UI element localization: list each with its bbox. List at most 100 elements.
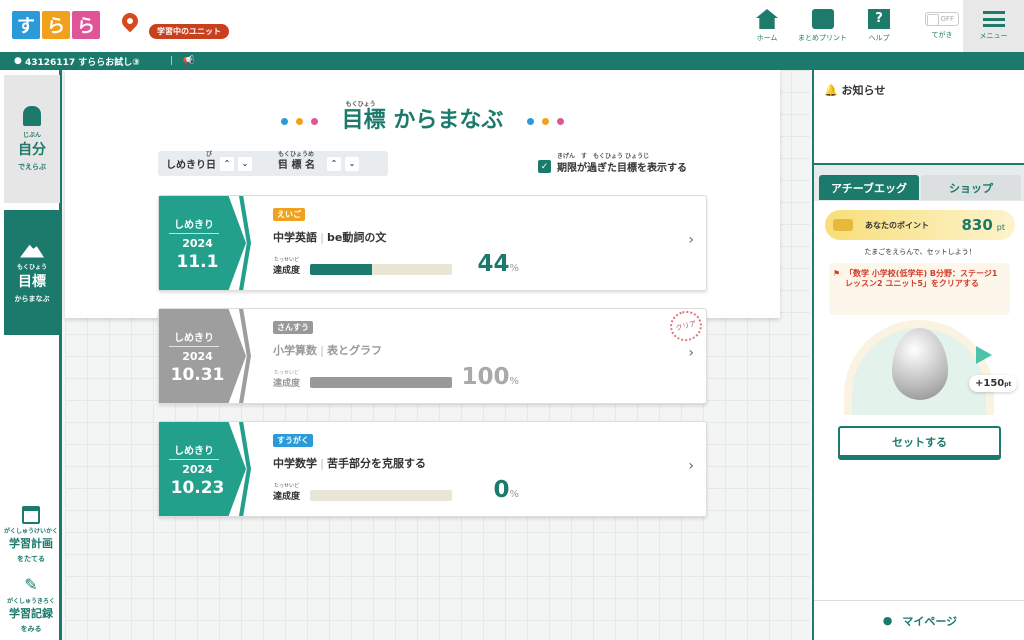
divider: | [169,56,174,66]
logo-char: す [12,11,40,39]
progress-percent: 44% [477,251,519,277]
sidebar-sub: をたてる [17,555,45,563]
right-panel: 🔔 お知らせ アチーブエッグ ショップ あなたのポイント 830 pt たまごを… [812,70,1024,640]
bell-icon: 🔔 [824,84,838,97]
user-icon: ● [14,56,25,66]
logo-char: ら [72,11,100,39]
mission-box: ⚑ 「数学 小学校(低学年) B分野：ステージ1 レッスン2 ユニット5」をクリア… [829,263,1010,315]
header: す ら ら 学習中のユニット ホーム まとめプリント ? ヘルプ OFF てがき メ… [0,0,1024,52]
chevron-right-icon[interactable]: › [688,345,694,361]
ruby: がくしゅうけいかく [3,528,58,535]
sidebar-item-self[interactable]: じぶん 自分 でえらぶ [4,75,60,203]
sort-asc-button[interactable]: ⌃ [326,156,341,171]
progress-bar [310,264,452,275]
sidebar-label: 自分 [18,142,46,158]
progress-percent: 100% [461,364,519,390]
course-name: 中学数学 | 苦手部分を克服する [273,457,427,470]
progress-percent: 0% [493,477,519,503]
home-button[interactable]: ホーム [752,0,782,52]
set-egg-button[interactable]: セットする [838,426,1001,460]
hint-text: たまごをえらんで、セットしよう！ [864,248,976,256]
page-title: もくひょう 目標 からまなぶ [65,101,780,134]
reading-person-icon [23,106,41,126]
calendar-icon [22,506,40,524]
progress-ruby: たっせいど [274,483,300,489]
user-name: 43126117 すららお試し③ [25,57,140,68]
nav-label: メニュー [979,32,1008,40]
nav-label: ヘルプ [868,34,890,42]
progress-label: 達成度 [273,492,301,502]
tab-shop[interactable]: ショップ [921,175,1021,200]
subject-badge: すうがく [273,434,313,447]
nav-label: ホーム [756,34,778,42]
sidebar-item-study-record[interactable]: ✎ がくしゅうきろく 学習記録 をみる [0,576,62,634]
ruby: もくひょう [16,263,47,271]
goal-card[interactable]: しめきり 2024 10.23 すうがく 中学数学 | 苦手部分を克服する たっせいど … [158,421,707,517]
progress-label: 達成度 [273,266,301,276]
mypage-button[interactable]: ● マイページ [814,600,1024,640]
decor-dots [277,108,322,133]
course-name: 小学算数 | 表とグラフ [273,344,383,357]
handwriting-toggle[interactable]: OFF てがき [922,0,962,52]
title-text: 目標 からまなぶ [341,108,504,133]
mountain-flag-icon [20,244,44,258]
ruby: がくしゅうきろく [6,598,55,605]
printer-icon [811,9,834,29]
sort-deadline-label: しめきり日 [166,160,216,171]
flag-icon: ⚑ [833,269,841,278]
pencil-icon: ✎ [24,575,38,594]
ruby: もくひょうめい [278,151,315,167]
ruby: もくひょう [345,101,376,108]
show-expired-label: 期限が過ぎた目標を表示する [557,163,687,174]
sidebar-item-goal[interactable]: もくひょう 目標 からまなぶ [4,210,60,335]
user-icon: ● [882,614,893,627]
deadline-block: しめきり 2024 10.23 [159,422,246,516]
sort-asc-button[interactable]: ⌃ [220,156,234,171]
sort-desc-button[interactable]: ⌄ [238,156,252,171]
deadline-block: しめきり 2024 11.1 [159,196,246,290]
main-content: もくひょう 目標 からまなぶ びしめきり日 ⌃ ⌄ もくひょうめい目 標 名 ⌃ ⌄ … [65,70,810,640]
megaphone-icon[interactable]: 📢 [183,56,194,66]
sidebar-label: 目標 [18,273,46,290]
sort-desc-button[interactable]: ⌄ [344,156,359,171]
sidebar-label: 学習計画 [9,537,53,550]
goal-card[interactable]: しめきり 2024 11.1 えいご 中学英語 | be動詞の文 たっせいど 達成度 4… [158,195,707,291]
progress-ruby: たっせいど [274,370,300,376]
help-button[interactable]: ? ヘルプ [864,0,894,52]
ruby: び [206,151,213,158]
sidebar-item-study-plan[interactable]: がくしゅうけいかく 学習計画 をたてる [0,506,62,564]
egg-cost-badge: +150pt [969,375,1018,392]
progress-bar [310,377,452,388]
nav-label: まとめプリント [798,34,847,42]
nav-label: てがき [931,31,953,39]
progress-bar [310,490,452,501]
sidebar-sub: をみる [20,625,42,633]
sort-controls: びしめきり日 ⌃ ⌄ もくひょうめい目 標 名 ⌃ ⌄ [158,151,388,176]
current-unit-button[interactable]: 学習中のユニット [149,24,229,39]
sidebar-sub: でえらぶ [18,163,46,171]
summary-print-button[interactable]: まとめプリント [795,0,850,52]
user-bar: ● 43126117 すららお試し③ | 📢 [0,52,1024,70]
notice-header[interactable]: 🔔 お知らせ [824,82,885,98]
progress-label: 達成度 [273,379,301,389]
tab-bar: アチーブエッグ ショップ [814,163,1024,201]
coin-icon [833,219,853,231]
course-name: 中学英語 | be動詞の文 [273,231,387,244]
chevron-right-icon[interactable]: › [688,458,694,474]
tab-achieve-egg[interactable]: アチーブエッグ [819,175,919,200]
goal-card[interactable]: しめきり 2024 10.31 さんすう 小学算数 | 表とグラフ たっせいど 達成度 … [158,307,707,404]
sidebar-sub: からまなぶ [14,294,50,303]
menu-button[interactable]: メニュー [963,0,1024,52]
chevron-right-icon[interactable]: › [688,232,694,248]
logo[interactable]: す ら ら [12,11,100,39]
points-display: あなたのポイント 830 pt [825,210,1015,240]
sidebar-label: 学習記録 [9,607,53,620]
show-expired-checkbox[interactable]: ✓ きげん す もくひょう ひょうじ 期限が過ぎた目標を表示する [538,153,687,174]
help-icon: ? [868,9,890,29]
ruby: じぶん [22,132,41,139]
subject-badge: さんすう [273,321,313,334]
progress-ruby: たっせいど [274,257,300,263]
toggle-switch[interactable]: OFF [925,12,959,26]
clear-stamp: クリア [666,307,706,345]
check-icon[interactable]: ✓ [538,160,551,173]
